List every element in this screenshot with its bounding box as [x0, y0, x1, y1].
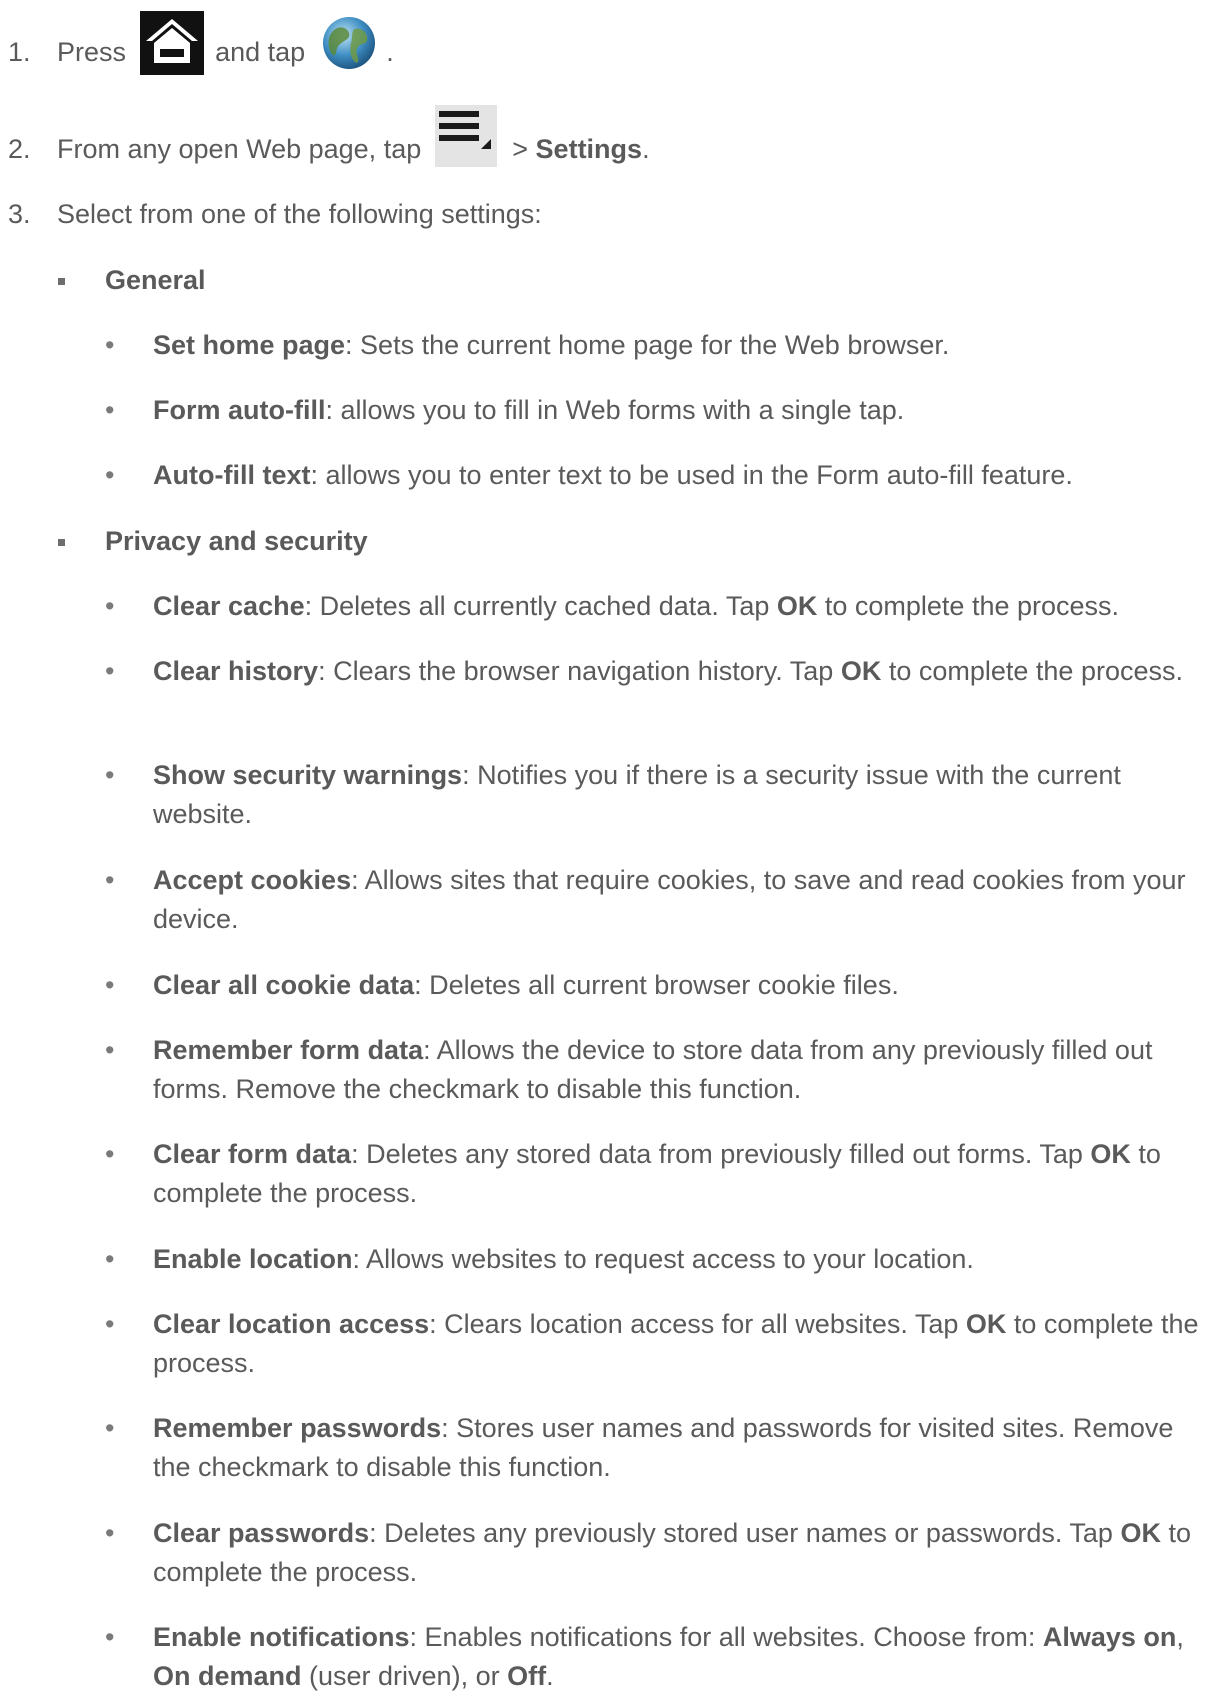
- home-icon: [139, 11, 204, 75]
- item-text: Remember form data: Allows the device to…: [153, 1031, 1208, 1109]
- step-text: Select from one of the following setting…: [57, 199, 542, 229]
- step-text: Press and tap .: [57, 11, 394, 75]
- item-term: Clear passwords: [153, 1518, 370, 1548]
- step-text-part: .: [386, 37, 394, 68]
- item-text: Remember passwords: Stores user names an…: [153, 1409, 1208, 1487]
- item-desc: : Deletes all currently cached data. Tap: [304, 591, 777, 621]
- item-desc: : Deletes all current browser cookie fil…: [414, 970, 899, 1000]
- bullet-icon: •: [105, 1035, 115, 1065]
- item-term: Clear cache: [153, 591, 305, 621]
- item-text: Clear all cookie data: Deletes all curre…: [153, 966, 1208, 1005]
- step-number: 2.: [8, 134, 31, 164]
- item-desc: to complete the process.: [817, 591, 1120, 621]
- item-desc: .: [546, 1661, 554, 1691]
- item-term: Enable location: [153, 1244, 353, 1274]
- item-bold: OK: [840, 656, 882, 686]
- browser-globe-icon: [322, 17, 375, 69]
- bullet-icon: •: [105, 970, 115, 1000]
- item-text: Show security warnings: Notifies you if …: [153, 756, 1208, 834]
- step-text: From any open Web page, tap > Settings.: [57, 104, 650, 169]
- item-desc: : Clears location access for all website…: [429, 1309, 966, 1339]
- step-text-part: .: [642, 134, 650, 164]
- item-text: Clear cache: Deletes all currently cache…: [153, 587, 1208, 626]
- bullet-icon: •: [105, 760, 115, 790]
- item-text: Clear location access: Clears location a…: [153, 1305, 1208, 1383]
- bullet-icon: •: [105, 1139, 115, 1169]
- bullet-icon: •: [105, 1413, 115, 1443]
- bullet-icon: •: [105, 656, 115, 686]
- item-text: Clear form data: Deletes any stored data…: [153, 1135, 1208, 1213]
- bullet-icon: •: [105, 460, 115, 490]
- item-desc: (user driven), or: [301, 1661, 508, 1691]
- step-text-part: From any open Web page, tap: [57, 134, 422, 164]
- item-bold: OK: [1120, 1518, 1161, 1548]
- bullet-icon: •: [105, 1309, 115, 1339]
- item-term: Enable notifications: [153, 1622, 410, 1652]
- item-term: Clear all cookie data: [153, 970, 415, 1000]
- item-desc: : Clears the browser navigation history.…: [318, 656, 841, 686]
- bullet-icon: •: [105, 865, 115, 895]
- item-bold: OK: [776, 591, 818, 621]
- item-term: Remember passwords: [153, 1413, 442, 1443]
- item-desc: : allows you to enter text to be used in…: [310, 460, 1073, 490]
- item-term: Auto-fill text: [153, 460, 311, 490]
- item-term: Clear history: [153, 656, 319, 686]
- square-bullet-icon: [58, 278, 65, 285]
- item-bold: On demand: [153, 1661, 302, 1691]
- item-bold: Off: [507, 1661, 547, 1691]
- step-number: 3.: [8, 199, 31, 229]
- item-term: Set home page: [153, 330, 346, 360]
- item-text: Clear history: Clears the browser naviga…: [153, 652, 1208, 691]
- item-text: Enable notifications: Enables notificati…: [153, 1618, 1208, 1696]
- settings-label: Settings: [535, 134, 643, 164]
- step-text-part: Press: [57, 37, 127, 68]
- item-term: Form auto-fill: [153, 395, 326, 425]
- step-text-part: and tap: [215, 37, 306, 68]
- bullet-icon: •: [105, 395, 115, 425]
- item-text: Auto-fill text: allows you to enter text…: [153, 456, 1208, 495]
- item-term: Show security warnings: [153, 760, 463, 790]
- item-bold: OK: [965, 1309, 1007, 1339]
- item-text: Form auto-fill: allows you to fill in We…: [153, 391, 1208, 430]
- item-text: Enable location: Allows websites to requ…: [153, 1240, 1208, 1279]
- item-desc: : Sets the current home page for the Web…: [345, 330, 950, 360]
- item-desc: : Enables notifications for all websites…: [409, 1622, 1043, 1652]
- item-term: Remember form data: [153, 1035, 424, 1065]
- square-bullet-icon: [58, 539, 65, 546]
- item-text: Accept cookies: Allows sites that requir…: [153, 861, 1208, 939]
- step-text-part: >: [512, 134, 536, 164]
- item-text: Set home page: Sets the current home pag…: [153, 326, 1208, 365]
- item-desc: : Allows websites to request access to y…: [352, 1244, 974, 1274]
- item-bold: Always on: [1042, 1622, 1177, 1652]
- bullet-icon: •: [105, 1622, 115, 1652]
- item-desc: : allows you to fill in Web forms with a…: [325, 395, 905, 425]
- item-term: Clear location access: [153, 1309, 430, 1339]
- item-desc: : Deletes any stored data from previousl…: [351, 1139, 1091, 1169]
- item-term: Clear form data: [153, 1139, 352, 1169]
- menu-icon: [434, 104, 497, 167]
- bullet-icon: •: [105, 1518, 115, 1548]
- bullet-icon: •: [105, 330, 115, 360]
- item-text: Clear passwords: Deletes any previously …: [153, 1514, 1208, 1592]
- section-title: General: [105, 265, 206, 295]
- item-term: Accept cookies: [153, 865, 352, 895]
- item-bold: OK: [1090, 1139, 1131, 1169]
- section-title: Privacy and security: [105, 526, 368, 556]
- step-number: 1.: [8, 37, 31, 67]
- bullet-icon: •: [105, 591, 115, 621]
- item-desc: to complete the process.: [881, 656, 1183, 686]
- item-desc: ,: [1176, 1622, 1184, 1652]
- item-desc: : Deletes any previously stored user nam…: [369, 1518, 1121, 1548]
- bullet-icon: •: [105, 1244, 115, 1274]
